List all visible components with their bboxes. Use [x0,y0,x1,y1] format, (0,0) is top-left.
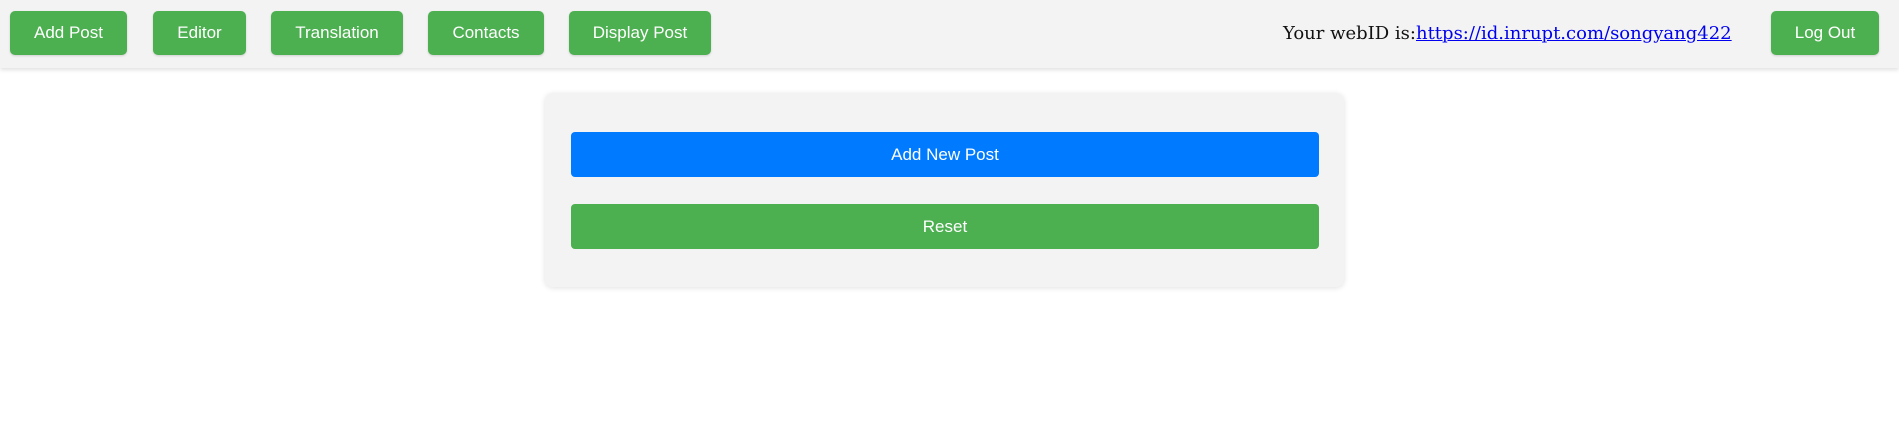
top-navigation-bar: Add Post Editor Translation Contacts Dis… [0,0,1899,68]
reset-button[interactable]: Reset [571,204,1319,249]
display-post-button[interactable]: Display Post [569,11,711,55]
add-new-post-button[interactable]: Add New Post [571,132,1319,177]
webid-display: Your webID is:https://id.inrupt.com/song… [1283,20,1732,48]
translation-button[interactable]: Translation [271,11,403,55]
editor-button[interactable]: Editor [153,11,246,55]
logout-button[interactable]: Log Out [1771,11,1879,55]
post-form-card: Add New Post Reset [545,93,1344,287]
add-post-button[interactable]: Add Post [10,11,127,55]
webid-link[interactable]: https://id.inrupt.com/songyang422 [1416,23,1732,44]
contacts-button[interactable]: Contacts [428,11,544,55]
webid-label: Your webID is: [1283,23,1416,44]
